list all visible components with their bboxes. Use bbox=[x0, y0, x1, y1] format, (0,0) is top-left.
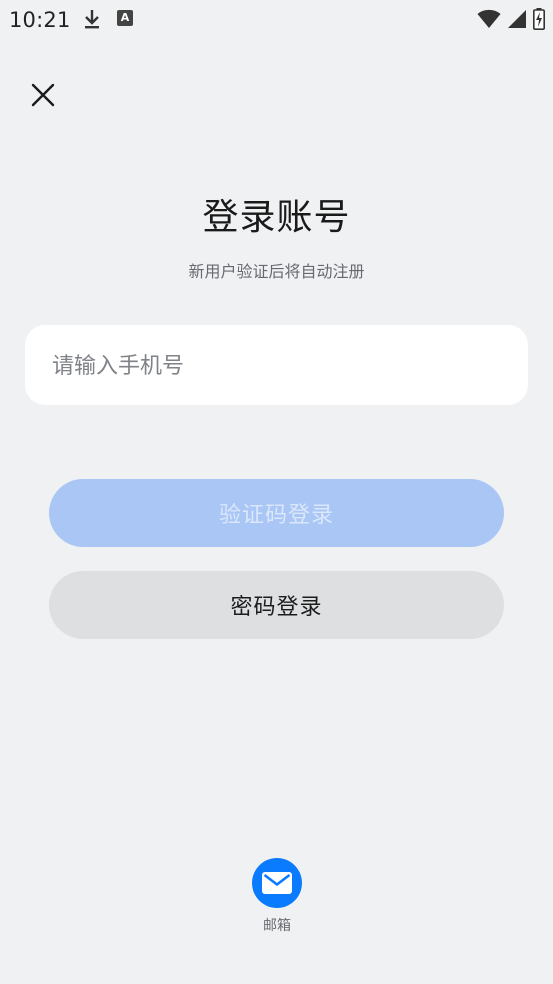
status-right bbox=[477, 7, 545, 31]
phone-input-card bbox=[25, 325, 528, 407]
login-screen: 10:21 A 登录账号 新用户验证后将自动注册 验证 bbox=[0, 0, 553, 984]
status-time: 10:21 bbox=[9, 8, 71, 32]
phone-input[interactable] bbox=[50, 325, 504, 407]
page-subtitle: 新用户验证后将自动注册 bbox=[188, 262, 365, 281]
close-button[interactable] bbox=[26, 78, 60, 112]
close-icon bbox=[31, 83, 55, 107]
email-login-option[interactable]: 邮箱 bbox=[240, 858, 314, 935]
status-bar: 10:21 A bbox=[0, 0, 553, 40]
mail-icon bbox=[262, 872, 292, 894]
code-login-button[interactable]: 验证码登录 bbox=[49, 479, 504, 547]
signal-icon bbox=[508, 10, 526, 28]
password-login-button[interactable]: 密码登录 bbox=[49, 571, 504, 639]
download-icon bbox=[85, 10, 99, 29]
email-label: 邮箱 bbox=[263, 918, 291, 934]
accessibility-a-icon: A bbox=[117, 10, 133, 26]
page-title: 登录账号 bbox=[202, 197, 351, 238]
battery-charging-icon bbox=[533, 8, 545, 30]
email-login-button[interactable] bbox=[252, 858, 302, 908]
wifi-icon bbox=[477, 9, 501, 28]
